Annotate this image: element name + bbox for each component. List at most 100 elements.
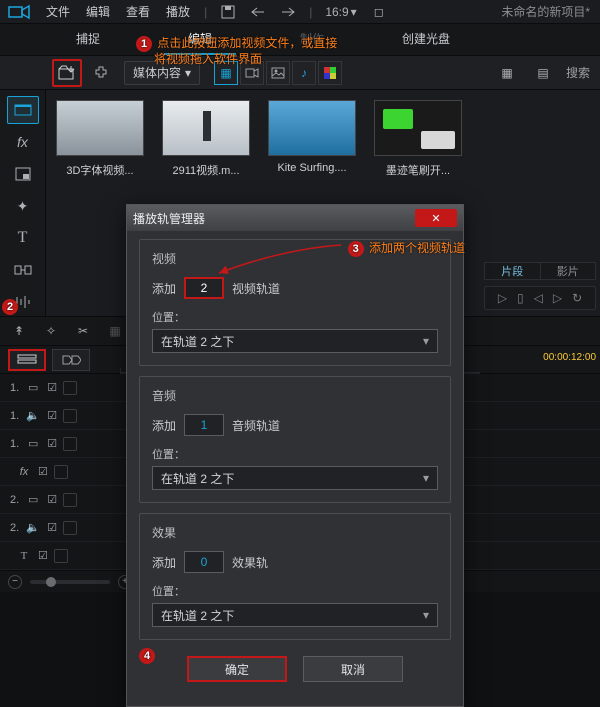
tab-create-disc[interactable]: 创建光盘 [378,24,474,55]
storyboard-button[interactable] [52,349,90,371]
position-label: 位置： [152,583,438,599]
project-title: 未命名的新项目* [501,3,594,20]
position-label: 位置： [152,309,438,325]
eye-icon[interactable]: ☑ [38,549,48,562]
dialog-section-video: 视频 添加 2 视频轨道 位置： 在轨道 2 之下 ▾ [139,239,451,366]
menu-view[interactable]: 查看 [118,0,158,24]
plugins-button[interactable] [86,59,116,87]
media-item[interactable]: 2911视频.m... [162,100,250,178]
stop-icon[interactable]: ▯ [517,291,524,305]
lock-icon[interactable] [63,409,77,423]
fx-room-icon[interactable]: fx [7,128,39,156]
media-type-dropdown[interactable]: 媒体内容 ▾ [124,61,200,85]
tl-tool-select-icon[interactable]: ↟ [8,320,30,342]
zoom-slider[interactable] [30,580,110,584]
filter-video-icon[interactable] [240,61,264,85]
video-track-count-input[interactable]: 2 [184,277,224,299]
track-manager-dialog: 播放轨管理器 ✕ 3 添加两个视频轨道 视频 添加 2 视频轨道 位置： 在轨道… [126,204,464,707]
lock-icon[interactable] [63,381,77,395]
media-item[interactable]: Kite Surfing.... [268,100,356,178]
import-media-button[interactable] [52,59,82,87]
settings-icon[interactable]: ◻ [364,0,394,26]
menu-edit[interactable]: 编辑 [78,0,118,24]
undo-icon[interactable] [243,0,273,26]
grid-view-icon[interactable]: ▦ [492,59,522,87]
search-label[interactable]: 搜索 [564,64,592,81]
dialog-titlebar[interactable]: 播放轨管理器 ✕ [127,205,463,231]
chevron-down-icon: ▾ [423,471,429,485]
add-suffix: 音频轨道 [232,417,280,434]
filter-color-icon[interactable] [318,61,342,85]
audio-position-select[interactable]: 在轨道 2 之下 ▾ [152,466,438,490]
redo-icon[interactable] [273,0,303,26]
media-thumbnail [268,100,356,156]
grid-options-icon[interactable]: ▤ [528,59,558,87]
play-icon[interactable]: ▷ [498,291,507,305]
video-track-icon: ▭ [25,493,41,506]
cancel-button[interactable]: 取消 [303,656,403,682]
chevron-down-icon: ▾ [185,66,191,80]
seg-movie[interactable]: 影片 [541,263,596,279]
dialog-footer: 确定 取消 [139,650,451,694]
media-item[interactable]: 3D字体视频... [56,100,144,178]
select-value: 在轨道 2 之下 [161,333,234,350]
track-manager-button[interactable] [8,349,46,371]
audio-track-count-input[interactable]: 1 [184,414,224,436]
timecode-label: 00:00:12:00 [543,352,596,363]
transition-room-icon[interactable] [7,256,39,284]
aspect-dropdown[interactable]: 16:9 ▾ [318,0,363,26]
title-track-icon: T [16,550,32,562]
lock-icon[interactable] [54,549,68,563]
track-index: 1. [10,438,19,450]
filter-image-icon[interactable] [266,61,290,85]
next-frame-icon[interactable]: ▷ [553,291,562,305]
eye-icon[interactable]: ☑ [47,493,57,506]
menu-file[interactable]: 文件 [38,0,78,24]
tab-capture[interactable]: 捕捉 [52,24,124,55]
audio-track-icon: 🔈 [25,521,41,534]
add-suffix: 视频轨道 [232,280,280,297]
media-type-label: 媒体内容 [133,64,181,81]
lock-icon[interactable] [63,521,77,535]
eye-icon[interactable]: ☑ [47,409,57,422]
save-icon[interactable] [213,0,243,26]
preview-segmented: 片段 影片 ▷ ▯ ◁ ▷ ↻ [484,262,596,310]
eye-icon[interactable]: ☑ [47,437,57,450]
fx-position-select[interactable]: 在轨道 2 之下 ▾ [152,603,438,627]
title-room-icon[interactable]: T [7,224,39,252]
room-sidebar: fx ✦ T [0,90,46,316]
audio-track-icon: 🔈 [25,409,41,422]
tl-tool-more-icon[interactable]: ▦ [104,320,126,342]
seg-clip[interactable]: 片段 [485,263,541,279]
eye-icon[interactable]: ☑ [47,381,57,394]
lock-icon[interactable] [63,493,77,507]
prev-frame-icon[interactable]: ◁ [534,291,543,305]
ok-button[interactable]: 确定 [187,656,287,682]
fx-track-count-input[interactable]: 0 [184,551,224,573]
tl-tool-magic-icon[interactable]: ✧ [40,320,62,342]
pip-room-icon[interactable] [7,160,39,188]
tab-produce[interactable]: 制作 [276,24,348,55]
filter-audio-icon[interactable]: ♪ [292,61,316,85]
aspect-label: 16:9 [325,5,348,19]
tab-edit[interactable]: 编辑 [164,24,236,55]
add-prefix: 添加 [152,554,176,571]
media-item[interactable]: 墨迹笔刷开... [374,100,462,178]
menu-play[interactable]: 播放 [158,0,198,24]
audio-room-icon[interactable] [7,288,39,316]
tl-tool-cut-icon[interactable]: ✂ [72,320,94,342]
particle-room-icon[interactable]: ✦ [7,192,39,220]
add-suffix: 效果轨 [232,554,268,571]
loop-icon[interactable]: ↻ [572,291,582,305]
media-thumbnail [162,100,250,156]
eye-icon[interactable]: ☑ [47,521,57,534]
video-position-select[interactable]: 在轨道 2 之下 ▾ [152,329,438,353]
close-icon[interactable]: ✕ [415,209,457,227]
lock-icon[interactable] [54,465,68,479]
media-room-icon[interactable] [7,96,39,124]
filter-all-icon[interactable]: ▦ [214,61,238,85]
media-toolbar: 媒体内容 ▾ ▦ ♪ ▦ ▤ 搜索 1 点击此按钮添加视频文件，或直接 将视频拖… [0,56,600,90]
eye-icon[interactable]: ☑ [38,465,48,478]
zoom-out-button[interactable]: − [8,575,22,589]
lock-icon[interactable] [63,437,77,451]
